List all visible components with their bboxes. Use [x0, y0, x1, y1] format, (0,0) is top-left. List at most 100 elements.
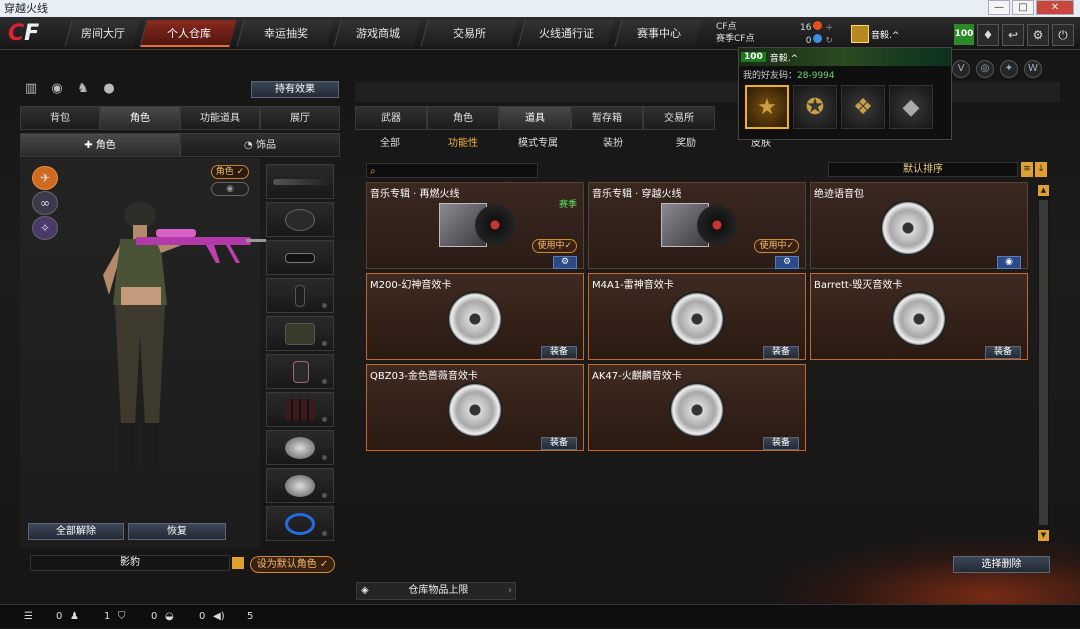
- slot-radio[interactable]: [266, 278, 334, 313]
- sort-dropdown[interactable]: 默认排序: [828, 162, 1018, 177]
- subtab-reward[interactable]: 奖励: [651, 135, 721, 153]
- globe-icon[interactable]: ◎: [976, 60, 994, 78]
- item-card[interactable]: 音乐专辑 · 再燃火线 赛季 使用中✓ ⚙: [366, 182, 584, 269]
- friends-icon[interactable]: ♟: [70, 605, 79, 629]
- star-icon[interactable]: ✦: [1000, 60, 1018, 78]
- rank-badge-star-icon[interactable]: ★: [745, 85, 789, 129]
- subtab-all[interactable]: 全部: [355, 135, 425, 153]
- nav-personal-storage[interactable]: 个人仓库: [139, 20, 237, 47]
- list-icon[interactable]: [232, 557, 244, 569]
- equip-button[interactable]: 装备: [763, 346, 799, 359]
- nav-lucky-draw[interactable]: 幸运抽奖: [236, 20, 334, 47]
- tab-bag[interactable]: 背包: [20, 106, 100, 130]
- nav-room-lobby[interactable]: 房间大厅: [64, 20, 140, 47]
- chevron-right-icon: ›: [508, 585, 512, 596]
- tab-trade[interactable]: 交易所: [643, 106, 715, 130]
- item-card[interactable]: 绝迹语音包 ◉: [810, 182, 1028, 269]
- eagle-icon[interactable]: ✈: [32, 166, 58, 190]
- cf-logo[interactable]: CF: [8, 21, 39, 46]
- power-icon[interactable]: ⏻: [1052, 24, 1074, 46]
- cd-icon: [449, 383, 501, 436]
- slot-tiger-emblem-2[interactable]: [266, 468, 334, 503]
- slot-ring[interactable]: [266, 506, 334, 541]
- item-card[interactable]: QBZ03-金色蔷薇音效卡 装备: [366, 364, 584, 451]
- list-view-icon[interactable]: ≡: [1021, 162, 1033, 177]
- slot-goggles[interactable]: [266, 240, 334, 275]
- nav-battle-pass[interactable]: 火线通行证: [517, 20, 615, 47]
- subtab-accessory[interactable]: ◔ 饰品: [180, 133, 340, 157]
- release-all-button[interactable]: 全部解除: [28, 523, 124, 540]
- wolf-icon[interactable]: ✧: [32, 216, 58, 240]
- scroll-down-icon[interactable]: ▼: [1038, 530, 1049, 541]
- equip-button[interactable]: 装备: [541, 346, 577, 359]
- sort-arrow-icon[interactable]: ↓: [1035, 162, 1047, 177]
- maximize-button[interactable]: □: [1012, 0, 1034, 15]
- tab-character[interactable]: 角色: [100, 106, 180, 130]
- target-icon[interactable]: ◉: [48, 81, 66, 97]
- item-card[interactable]: M200-幻神音效卡 装备: [366, 273, 584, 360]
- tab-showroom[interactable]: 展厅: [260, 106, 340, 130]
- item-card[interactable]: 音乐专辑 · 穿越火线 使用中✓ ⚙: [588, 182, 806, 269]
- chat-icon[interactable]: ◒: [165, 605, 174, 629]
- vip-icon[interactable]: V: [952, 60, 970, 78]
- slot-vest[interactable]: [266, 354, 334, 389]
- nav-exchange[interactable]: 交易所: [420, 20, 518, 47]
- grenade-icon[interactable]: ●: [100, 81, 118, 97]
- item-scrollbar[interactable]: ▲ ▼: [1038, 185, 1049, 541]
- subtab-dressup[interactable]: 装扮: [575, 135, 651, 153]
- scroll-thumb[interactable]: [1039, 200, 1048, 525]
- speaker-icon[interactable]: ◀): [213, 605, 225, 629]
- gear-icon[interactable]: ⚙: [1027, 24, 1049, 46]
- right-header-strip: [355, 82, 1060, 102]
- runner-icon[interactable]: ♞: [74, 81, 92, 97]
- role-pill[interactable]: 角色 ✓: [211, 165, 249, 179]
- rank-badge-shield-icon[interactable]: ✪: [793, 85, 837, 129]
- user-avatar[interactable]: [851, 25, 869, 43]
- restore-button[interactable]: 恢复: [128, 523, 226, 540]
- wing-icon[interactable]: W: [1024, 60, 1042, 78]
- tab-temp-box[interactable]: 暂存箱: [571, 106, 643, 130]
- item-card[interactable]: M4A1-雷神音效卡 装备: [588, 273, 806, 360]
- minimize-button[interactable]: —: [988, 0, 1010, 15]
- tab-items[interactable]: 道具: [499, 106, 571, 130]
- window-titlebar: 穿越火线 — □ ✕: [0, 0, 1080, 17]
- tab-function-items[interactable]: 功能道具: [180, 106, 260, 130]
- effects-button[interactable]: 持有效果: [251, 81, 339, 98]
- slot-backpack[interactable]: [266, 316, 334, 351]
- slot-helmet[interactable]: [266, 202, 334, 237]
- rank-badge-wings-icon[interactable]: ❖: [841, 85, 885, 129]
- logout-icon[interactable]: ↩: [1002, 24, 1024, 46]
- subtab-functional[interactable]: 功能性: [425, 135, 501, 153]
- nav-event-center[interactable]: 赛事中心: [614, 20, 702, 47]
- close-button[interactable]: ✕: [1036, 0, 1074, 15]
- search-input[interactable]: ⌕: [366, 163, 538, 178]
- voice-settings-icon[interactable]: ◉: [997, 256, 1021, 269]
- tab-roles[interactable]: 角色: [427, 106, 499, 130]
- equip-button[interactable]: 装备: [985, 346, 1021, 359]
- shield-icon[interactable]: ♦: [977, 24, 999, 46]
- stats-icon[interactable]: ▥: [22, 81, 40, 97]
- shield-small-icon[interactable]: ⛉: [118, 605, 126, 629]
- gear-icon[interactable]: ⚙: [553, 256, 577, 269]
- item-card[interactable]: Barrett-毁灭音效卡 装备: [810, 273, 1028, 360]
- menu-icon[interactable]: ☰: [24, 605, 33, 629]
- gear-icon[interactable]: ⚙: [775, 256, 799, 269]
- item-card[interactable]: AK47-火麒麟音效卡 装备: [588, 364, 806, 451]
- nav-game-mall[interactable]: 游戏商城: [333, 20, 421, 47]
- slot-ammo[interactable]: [266, 392, 334, 427]
- equip-button[interactable]: 装备: [763, 437, 799, 450]
- subtab-mode[interactable]: 模式专属: [501, 135, 575, 153]
- tab-weapons[interactable]: 武器: [355, 106, 427, 130]
- slot-tiger-emblem[interactable]: [266, 430, 334, 465]
- equip-button[interactable]: 装备: [541, 437, 577, 450]
- subtab-character[interactable]: ✚ 角色: [20, 133, 180, 157]
- scroll-up-icon[interactable]: ▲: [1038, 185, 1049, 196]
- storage-capacity[interactable]: ◈ 仓库物品上限 ›: [356, 582, 516, 600]
- mask-icon[interactable]: ∞: [32, 191, 58, 215]
- rank-badge-cf-icon[interactable]: ◆: [889, 85, 933, 129]
- user-name[interactable]: 音毅.^: [871, 28, 899, 41]
- set-default-character-button[interactable]: 设为默认角色 ✓: [250, 556, 335, 573]
- slot-rifle[interactable]: [266, 164, 334, 199]
- eye-toggle-icon[interactable]: ◉: [211, 182, 249, 196]
- bulk-delete-button[interactable]: 选择删除: [953, 556, 1050, 573]
